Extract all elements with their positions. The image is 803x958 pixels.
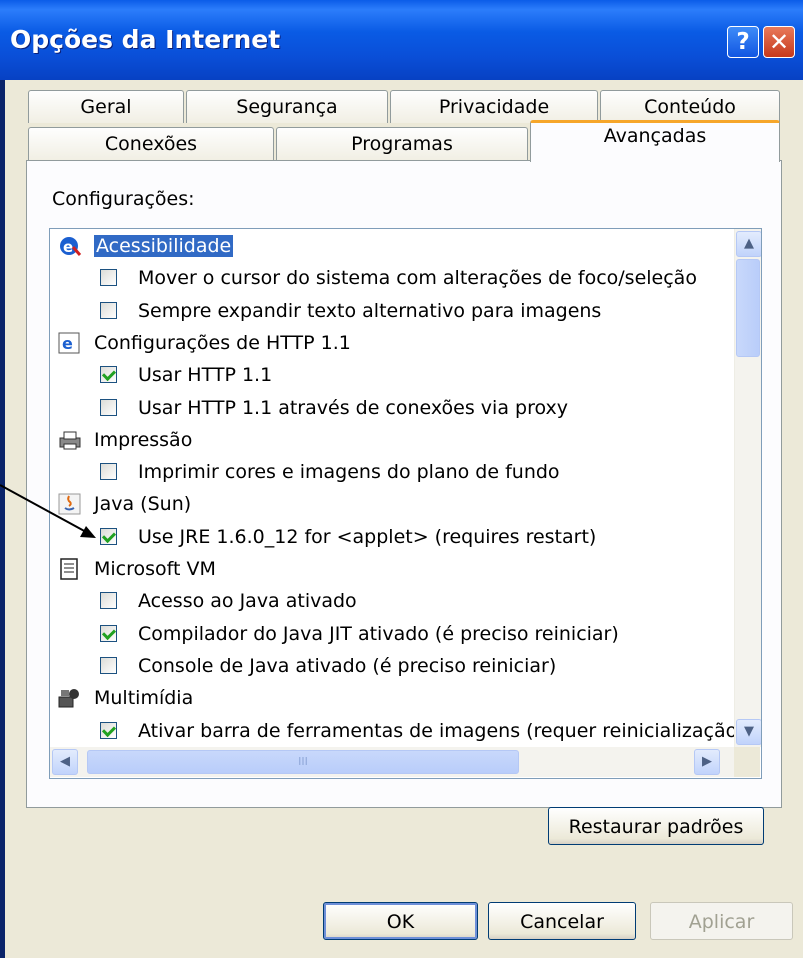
tab-avancadas[interactable]: Avançadas (530, 120, 780, 162)
